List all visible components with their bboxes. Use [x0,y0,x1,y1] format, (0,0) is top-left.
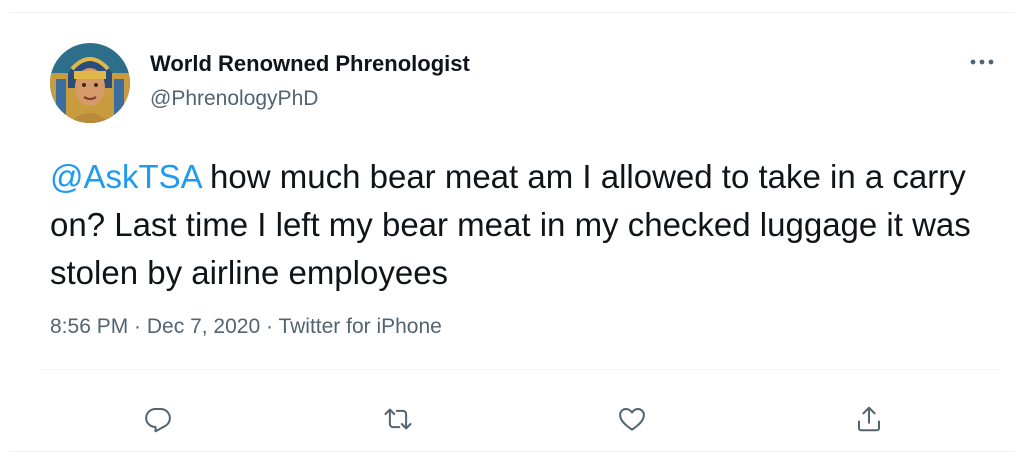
tweet-time[interactable]: 8:56 PM [50,315,128,338]
share-icon [858,406,880,432]
tweet-source[interactable]: Twitter for iPhone [278,315,441,338]
avatar-image [50,43,130,123]
user-handle[interactable]: @PhrenologyPhD [150,87,318,111]
tweet-text: @AskTSA how much bear meat am I allowed … [50,153,1000,297]
display-name[interactable]: World Renowned Phrenologist [150,51,470,77]
meta-separator: · [128,315,147,338]
like-button[interactable] [610,397,654,441]
more-icon [970,59,994,65]
more-options-button[interactable] [962,47,1002,77]
reply-button[interactable] [136,397,180,441]
heart-icon [619,408,645,431]
retweet-button[interactable] [376,397,420,441]
share-button[interactable] [847,397,891,441]
retweet-icon [384,408,412,430]
avatar[interactable] [50,43,130,123]
tweet-date[interactable]: Dec 7, 2020 [147,315,260,338]
mention-link[interactable]: @AskTSA [50,158,201,195]
meta-separator: · [260,315,279,338]
tweet-metadata: 8:56 PM · Dec 7, 2020 · Twitter for iPho… [50,315,442,339]
divider [40,369,998,370]
reply-icon [145,408,171,433]
tweet-card: World Renowned Phrenologist @PhrenologyP… [10,12,1014,452]
